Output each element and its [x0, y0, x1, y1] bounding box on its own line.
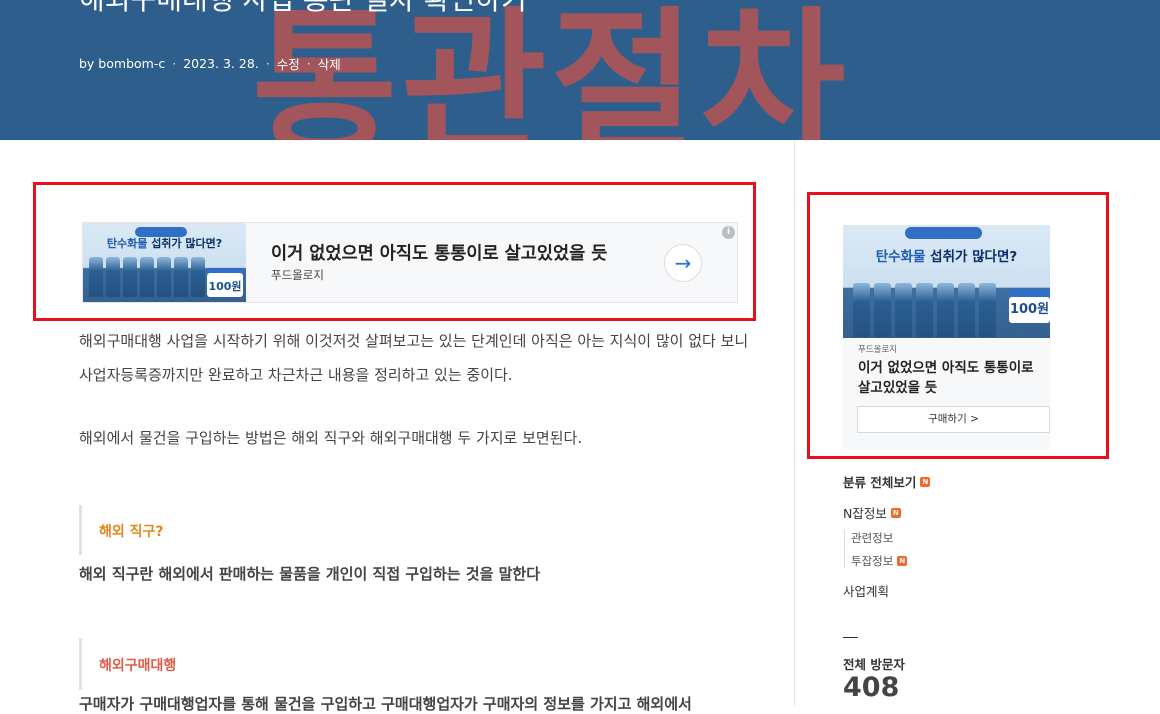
category-twojob[interactable]: 투잡정보 N: [851, 553, 908, 569]
definition-agency: 구매자가 구매대행업자를 통해 물건을 구입하고 구매대행업자가 구매자의 정보…: [79, 695, 692, 713]
main-ad-banner[interactable]: 탄수화물 섭취가 많다면? 100원 이거 없었으면 아직도 통통이로 살고있었…: [82, 222, 738, 303]
main-ad-sponsor: 푸드올로지: [271, 268, 324, 282]
meta-separator: ·: [265, 56, 270, 71]
ad-image-price: 100원: [1009, 297, 1050, 323]
post-meta: by bombom-c · 2023. 3. 28. · 수정 · 삭제: [79, 54, 341, 73]
ad-image-bottles: [89, 257, 209, 297]
side-ad-banner[interactable]: 탄수화물 섭취가 많다면? 100원 푸드올로지 이거 없었으면 아직도 통통이…: [843, 225, 1050, 449]
visitor-label: 전체 방문자: [843, 657, 905, 672]
ad-image-pill: [905, 227, 982, 239]
column-divider: [794, 140, 795, 706]
post-hero: 통관절차 해외구매대행 사업 통관 절차 확인하기 by bombom-c · …: [0, 0, 1160, 140]
info-icon[interactable]: i: [722, 226, 735, 239]
ad-image-headline: 탄수화물 섭취가 많다면?: [106, 237, 223, 250]
paragraph-methods: 해외에서 물건을 구입하는 방법은 해외 직구와 해외구매대행 두 가지로 보면…: [79, 429, 583, 447]
ad-image-bottles: [853, 279, 1003, 337]
category-njob[interactable]: N잡정보 N: [843, 503, 901, 522]
category-all[interactable]: 분류 전체보기 N: [843, 472, 931, 491]
new-badge-icon: N: [897, 556, 908, 566]
buy-button[interactable]: 구매하기 >: [857, 406, 1050, 433]
meta-separator: ·: [172, 56, 177, 71]
delete-link[interactable]: 삭제: [318, 54, 341, 73]
category-business-plan[interactable]: 사업계획: [843, 581, 889, 600]
new-badge-icon: N: [890, 507, 901, 518]
category-related[interactable]: 관련정보: [851, 530, 893, 546]
new-badge-icon: N: [920, 476, 931, 487]
side-ad-image[interactable]: 탄수화물 섭취가 많다면? 100원: [843, 225, 1050, 338]
post-title: 해외구매대행 사업 통관 절차 확인하기: [79, 0, 527, 18]
definition-direct: 해외 직구란 해외에서 판매하는 물품을 개인이 직접 구입하는 것을 말한다: [79, 565, 541, 583]
side-ad-sponsor: 푸드올로지: [858, 345, 898, 355]
main-ad-title[interactable]: 이거 없었으면 아직도 통통이로 살고있었을 듯: [271, 240, 607, 265]
meta-separator: ·: [306, 56, 311, 71]
subcategory-guide-line: [844, 530, 845, 568]
sidebar-divider: [843, 637, 858, 638]
hero-image-text: 통관절차: [252, 0, 850, 140]
paragraph-intro: 해외구매대행 사업을 시작하기 위해 이것저것 살펴보고는 있는 단계인데 아직…: [79, 332, 749, 384]
post-author[interactable]: by bombom-c: [79, 56, 165, 71]
edit-link[interactable]: 수정: [277, 54, 300, 73]
quote-bar: [79, 638, 82, 690]
post-date: 2023. 3. 28.: [183, 56, 259, 71]
quote-bar: [79, 505, 82, 555]
quote-heading-direct: 해외 직구?: [99, 524, 164, 540]
visitor-count: 408: [843, 672, 900, 703]
side-ad-title[interactable]: 이거 없었으면 아직도 통통이로 살고있었을 듯: [858, 358, 1050, 398]
main-ad-image[interactable]: 탄수화물 섭취가 많다면? 100원: [83, 223, 246, 302]
ad-image-headline: 탄수화물 섭취가 많다면?: [875, 249, 1018, 265]
ad-image-price: 100원: [207, 273, 243, 297]
arrow-right-icon[interactable]: →: [664, 244, 702, 282]
quote-heading-agency: 해외구매대행: [99, 658, 177, 674]
